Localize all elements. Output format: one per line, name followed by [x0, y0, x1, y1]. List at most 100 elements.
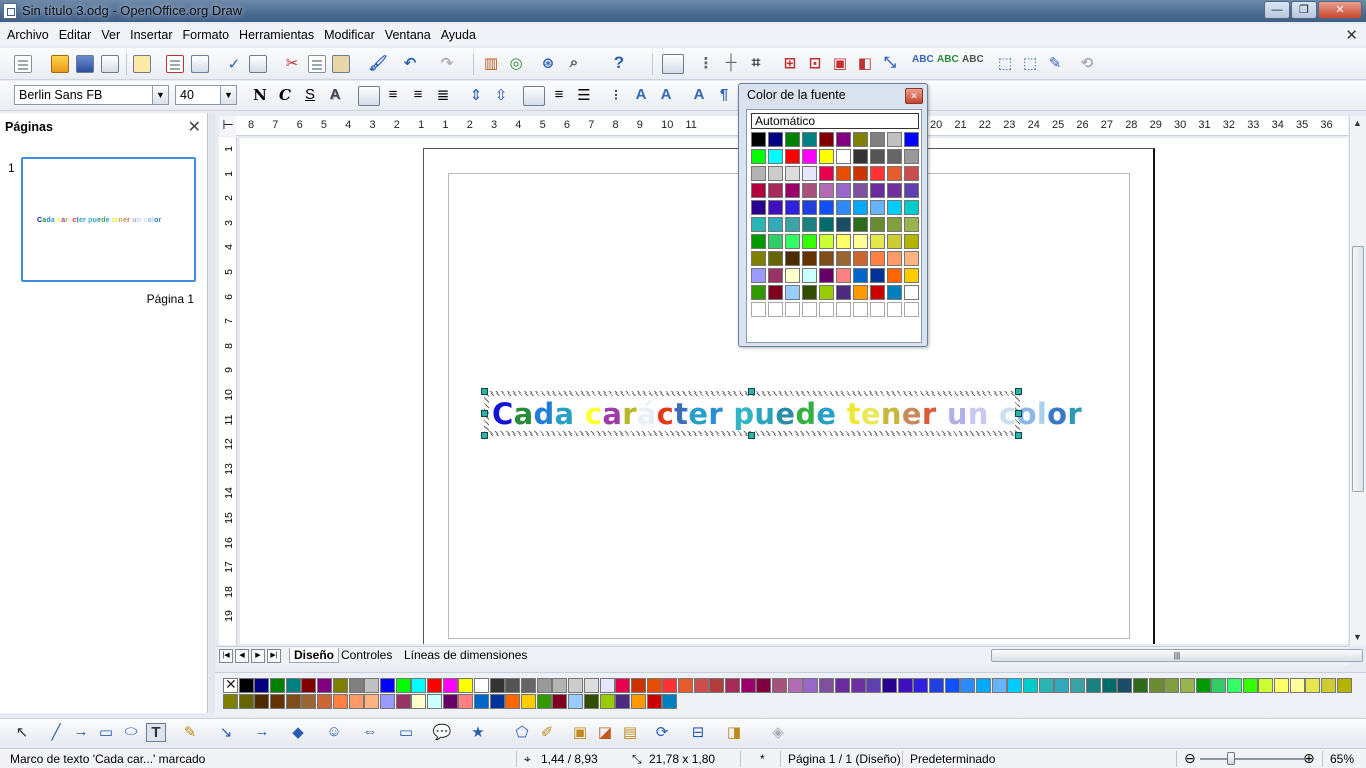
chevron-down-icon[interactable]: ▼ [220, 86, 236, 104]
color-swatch[interactable] [904, 132, 919, 147]
color-swatch[interactable] [270, 694, 286, 709]
color-swatch[interactable] [1132, 678, 1148, 693]
color-swatch[interactable] [887, 132, 902, 147]
line-tool-icon[interactable]: ╱ [46, 723, 66, 741]
color-swatch[interactable] [521, 678, 537, 693]
color-swatch[interactable] [819, 251, 834, 266]
color-swatch[interactable] [870, 251, 885, 266]
snap-object-border-icon[interactable]: ▣ [830, 54, 850, 72]
color-swatch[interactable] [768, 166, 783, 181]
tab-diseno[interactable]: Diseño [289, 648, 340, 663]
color-swatch[interactable] [928, 678, 944, 693]
color-swatch[interactable] [785, 251, 800, 266]
curve-icon[interactable]: ✎ [180, 723, 200, 741]
color-swatch[interactable] [630, 694, 646, 709]
color-swatch[interactable] [870, 132, 885, 147]
page-style[interactable]: Predeterminado [910, 752, 995, 766]
color-swatch[interactable] [348, 694, 364, 709]
underline-button[interactable]: S [300, 86, 320, 103]
color-swatch[interactable] [1336, 678, 1352, 693]
color-swatch[interactable] [887, 234, 902, 249]
color-swatch[interactable] [836, 268, 851, 283]
auto-spellcheck-icon[interactable] [249, 55, 267, 73]
guides-icon[interactable]: ⌗ [746, 54, 766, 71]
color-swatch[interactable] [615, 694, 631, 709]
basic-shapes-icon[interactable]: ◆ [288, 723, 308, 741]
color-swatch[interactable] [751, 234, 766, 249]
color-swatch[interactable] [662, 694, 678, 709]
color-swatch[interactable] [819, 268, 834, 283]
color-swatch[interactable] [285, 694, 301, 709]
color-swatch[interactable] [489, 694, 505, 709]
color-swatch[interactable] [836, 166, 851, 181]
color-swatch[interactable] [536, 694, 552, 709]
redo-icon[interactable]: ↷ [437, 54, 457, 72]
from-file-icon[interactable]: ◪ [595, 723, 615, 741]
align-left-button[interactable] [358, 86, 380, 106]
color-swatch[interactable] [802, 183, 817, 198]
color-swatch[interactable] [802, 132, 817, 147]
color-swatch[interactable] [583, 694, 599, 709]
line-spacing-2-icon[interactable]: ☰ [574, 86, 594, 104]
color-swatch[interactable] [853, 183, 868, 198]
color-swatch[interactable] [662, 678, 678, 693]
color-swatch[interactable] [887, 183, 902, 198]
color-swatch[interactable] [756, 678, 772, 693]
color-swatch[interactable] [1289, 678, 1305, 693]
color-swatch[interactable] [853, 302, 868, 317]
color-swatch[interactable] [853, 132, 868, 147]
color-swatch[interactable] [751, 149, 766, 164]
color-swatch[interactable] [802, 217, 817, 232]
new-document-icon[interactable] [14, 55, 32, 73]
color-swatch[interactable] [853, 268, 868, 283]
color-swatch[interactable] [411, 678, 427, 693]
color-swatch[interactable] [599, 694, 615, 709]
chevron-down-icon[interactable]: ▼ [152, 86, 168, 104]
color-swatch[interactable] [223, 694, 238, 709]
color-swatch[interactable] [870, 166, 885, 181]
color-swatch[interactable] [819, 217, 834, 232]
color-swatch[interactable] [870, 217, 885, 232]
save-icon[interactable] [76, 55, 94, 73]
color-swatch[interactable] [887, 166, 902, 181]
points-icon[interactable]: ⬠ [512, 723, 532, 741]
align-icon[interactable]: ⊟ [688, 723, 708, 741]
color-swatch[interactable] [904, 251, 919, 266]
character-icon[interactable]: A [631, 86, 651, 103]
color-swatch[interactable] [1164, 678, 1180, 693]
justify-icon[interactable]: ≣ [433, 86, 453, 104]
arrange-icon[interactable]: ◨ [724, 723, 744, 741]
text-frame[interactable]: Cada carácter puede tener un color [484, 391, 1082, 436]
color-swatch[interactable] [853, 285, 868, 300]
color-swatch[interactable] [785, 268, 800, 283]
color-swatch[interactable] [301, 678, 317, 693]
menu-ventana[interactable]: Ventana [380, 28, 436, 42]
menu-editar[interactable]: Editar [54, 28, 97, 42]
color-swatch[interactable] [785, 132, 800, 147]
effects-icon[interactable]: ⟲ [1077, 54, 1097, 72]
color-swatch[interactable] [897, 678, 913, 693]
color-swatch[interactable] [1117, 678, 1133, 693]
color-swatch[interactable] [785, 217, 800, 232]
flowchart-icon[interactable]: ▭ [396, 723, 416, 741]
resize-handle-right[interactable] [1015, 410, 1022, 417]
color-swatch[interactable] [819, 285, 834, 300]
color-swatch[interactable] [458, 694, 474, 709]
color-swatch[interactable] [991, 678, 1007, 693]
color-swatch[interactable] [238, 678, 254, 693]
color-swatch[interactable] [768, 268, 783, 283]
color-swatch[interactable] [1227, 678, 1242, 693]
export-pdf-icon[interactable] [166, 55, 184, 73]
minimize-button[interactable]: — [1264, 1, 1290, 19]
snap-page-margin-icon[interactable]: ⊡ [805, 54, 825, 72]
color-swatch[interactable] [751, 268, 766, 283]
color-swatch[interactable] [850, 678, 866, 693]
color-swatch[interactable] [317, 678, 333, 693]
no-fill-swatch[interactable] [223, 676, 238, 693]
color-swatch[interactable] [802, 302, 817, 317]
color-swatch[interactable] [238, 694, 254, 709]
color-swatch[interactable] [866, 678, 882, 693]
color-swatch[interactable] [348, 678, 364, 693]
color-swatch[interactable] [1101, 678, 1117, 693]
color-swatch[interactable] [505, 694, 521, 709]
